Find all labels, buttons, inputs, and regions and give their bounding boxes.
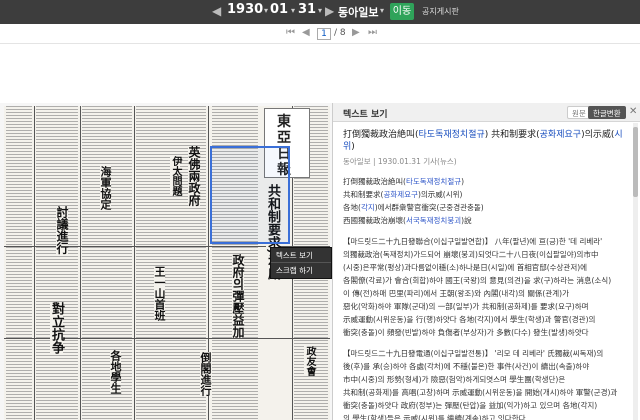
panel-title: 텍스트 보기: [343, 110, 388, 120]
body-line: 의獨裁政治(독재정치)가드되어 崩壞(붕괴)되엇다二十八日夜(이십팔일야)의市中: [343, 250, 599, 259]
headline: 各地學生: [109, 350, 122, 394]
headline: 英佛兩政府: [187, 146, 201, 206]
summary-line: 共和制要求(공화제요구)의示威(시위): [343, 190, 463, 199]
newspaper-caret-icon[interactable]: ▾: [380, 6, 384, 15]
panel-scrollbar[interactable]: [633, 123, 638, 420]
year-select[interactable]: 1930: [227, 2, 263, 17]
scrap-menu-item[interactable]: 스크랩 하기: [271, 263, 331, 278]
prev-page-icon[interactable]: ◀: [302, 27, 310, 38]
summary-line: 各地(각지)에서群衆警官衝突(군중경관충돌): [343, 203, 484, 212]
body-line: 의 學生(학생)들은 示威(시위)를 繼續(계속)하고 잇다한다: [343, 414, 526, 420]
korean-convert-tab[interactable]: 한글변환: [588, 106, 626, 119]
panel-header: 텍스트 보기 원문 한글변환 ✕: [333, 103, 640, 122]
toolbar-gap: [0, 45, 640, 103]
headline: 政友會: [304, 346, 315, 376]
current-page-input[interactable]: 1: [317, 28, 331, 40]
body-line: 이 傳(전)하매 巴里(파리)에서 王朝(왕조)와 內閣(내각)의 關係(관계)…: [343, 289, 569, 298]
context-menu: 텍스트 보기 스크랩 하기: [270, 247, 332, 279]
panel-body: 打倒獨裁政治絶叫(타도독재정치절규) 共和制要求(공화제요구)의示威(시위) 동…: [333, 123, 639, 420]
headline: 伊太問題: [170, 156, 181, 196]
headline: 政府의彈壓益加: [231, 254, 245, 338]
view-text-menu-item[interactable]: 텍스트 보기: [271, 248, 331, 263]
last-page-icon[interactable]: ⏭: [368, 27, 377, 38]
headline: 倒閣進行: [199, 352, 212, 396]
scrollbar-thumb[interactable]: [633, 127, 638, 197]
next-page-icon[interactable]: ▶: [352, 27, 360, 38]
column-divider: [80, 106, 81, 420]
total-pages: / 8: [334, 28, 346, 38]
article-paragraph-2: 【마드릿드二十九日發電通(이십구일발전통)】 '리모 데 리베라' 氏獨裁(씨독…: [343, 347, 629, 420]
column-divider: [34, 106, 35, 420]
headline: 王一山首班: [153, 266, 166, 321]
body-line: 市中(시중)의 形勢(형세)가 險惡(험악)하게되엿스며 學生團(학생단)은: [343, 375, 566, 384]
headline: 討議進行: [55, 206, 69, 254]
year-caret-icon[interactable]: ▾: [264, 6, 268, 15]
text-column: [82, 106, 132, 420]
month-caret-icon[interactable]: ▾: [291, 6, 295, 15]
day-caret-icon[interactable]: ▾: [318, 6, 322, 15]
top-date-bar: ◀ 1930 ▾ 01 ▾ 31 ▾ ▶ 동아일보 ▾ 이동 공지게시판: [0, 0, 640, 24]
month-select[interactable]: 01: [270, 2, 288, 17]
body-line: 衝突(충돌)이 頻發(빈발)하야 負傷者(부상자)가 多數(다수) 發生(발생)…: [343, 328, 589, 337]
body-line: 各閣僚(각료)가 會合(회합)하야 國王(국왕)의 意見(의견)을 求(구)하라…: [343, 276, 612, 285]
newspaper-viewer[interactable]: 東 亞 日 報 共和制要求,示威 英佛兩政府 伊太問題 討議進行 政府의彈壓益加…: [0, 103, 332, 420]
text-column: [36, 106, 78, 420]
article-meta: 동아일보 | 1930.01.31 기사(뉴스): [343, 157, 457, 166]
text-column: [6, 106, 32, 420]
body-line: 共和制(공화제)를 高唱(고창)하며 示威運動(시위운동)을 開始(개시)하야 …: [343, 388, 618, 397]
article-paragraph-1: 【마드릿드二十九日發聯合(이십구일발연합)】 八年(팔년)에 亘(긍)한 '데 …: [343, 235, 629, 339]
notice-board-link[interactable]: 공지게시판: [422, 6, 459, 17]
headline: 對立抗争: [49, 302, 64, 354]
day-select[interactable]: 31: [298, 2, 316, 17]
body-line: 【마드릿드二十九日發電通(이십구일발전통)】 '리모 데 리베라' 氏獨裁(씨독…: [343, 349, 604, 358]
body-line: (시중)은平常(평상)과다름없이穩(소)하나是日(시일)에 首相官邸(수상관저)…: [343, 263, 588, 272]
close-icon[interactable]: ✕: [629, 106, 637, 117]
body-line: 惡化(악화)하야 軍隊(군대)의 一部(일부)가 共和制(공화제)를 要求(요구…: [343, 302, 589, 311]
first-page-icon[interactable]: ⏮: [286, 27, 295, 38]
body-line: 後(후)를 承(승)하야 各處(각처)에 不穩(불온)한 事件(사건)이 續出(…: [343, 362, 590, 371]
move-button[interactable]: 이동: [390, 3, 414, 20]
summary-line: 打倒獨裁政治絶叫(타도독재정치절규): [343, 177, 465, 186]
summary-line: 西國獨裁政治崩壞(서국독재정치붕괴)說: [343, 216, 472, 225]
body-line: 示威運動(시위운동)을 行(행)하얏다 各地(각지)에서 學生(학생)과 警官(…: [343, 315, 596, 324]
headline: 海軍協定: [99, 166, 112, 210]
newspaper-select[interactable]: 동아일보: [338, 4, 378, 20]
article-selection-box[interactable]: [210, 146, 290, 244]
article-title: 打倒獨裁政治絶叫(타도독재정치절규) 共和制要求(공화제요구)의示威(시위): [343, 130, 623, 152]
body-line: 衝突(충돌)하얏다 政府(정부)는 彈壓(탄압)을 益加(익가)하고 있으며 各…: [343, 401, 598, 410]
article-summary: 打倒獨裁政治絶叫(타도독재정치절규) 共和制要求(공화제요구)의示威(시위) 各…: [343, 175, 629, 227]
next-date-arrow-icon[interactable]: ▶: [325, 4, 334, 18]
text-view-panel: 텍스트 보기 원문 한글변환 ✕ 打倒獨裁政治絶叫(타도독재정치절규) 共和制要…: [332, 103, 640, 420]
column-divider: [134, 106, 135, 420]
prev-date-arrow-icon[interactable]: ◀: [212, 4, 221, 18]
body-line: 【마드릿드二十九日發聯合(이십구일발연합)】 八年(팔년)에 亘(긍)한 '데 …: [343, 237, 603, 246]
page-toolbar: ⏮ ◀ 1 / 8 ▶ ⏭: [0, 24, 640, 44]
